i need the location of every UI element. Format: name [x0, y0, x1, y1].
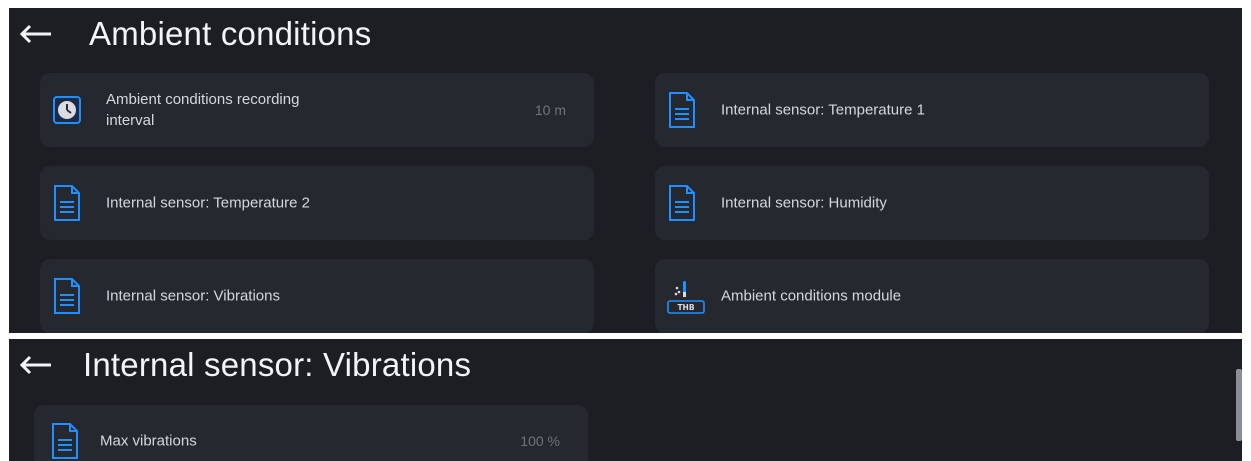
- setting-tile-max-vibrations[interactable]: Max vibrations 100 %: [34, 405, 588, 461]
- vibrations-screen: Internal sensor: Vibrations Max vibratio…: [9, 339, 1242, 461]
- tile-label: Internal sensor: Temperature 1: [721, 101, 926, 119]
- header: Ambient conditions: [9, 8, 1242, 60]
- tile-label: Max vibrations: [100, 432, 197, 450]
- ambient-conditions-screen: Ambient conditions Ambient conditions re…: [9, 8, 1242, 333]
- back-button[interactable]: [19, 350, 59, 380]
- setting-tile-temperature-1[interactable]: Internal sensor: Temperature 1: [655, 73, 1209, 147]
- tile-value: 10 m: [534, 102, 566, 118]
- document-icon: [668, 185, 696, 221]
- tile-label: Internal sensor: Humidity: [721, 194, 887, 212]
- header: Internal sensor: Vibrations: [9, 339, 1242, 391]
- tile-label: Ambient conditions module: [721, 287, 902, 305]
- scrollbar[interactable]: [1236, 369, 1242, 441]
- setting-tile-vibrations[interactable]: Internal sensor: Vibrations: [40, 259, 594, 333]
- setting-tile-temperature-2[interactable]: Internal sensor: Temperature 2: [40, 166, 594, 240]
- setting-tile-recording-interval[interactable]: Ambient conditions recording interval 10…: [40, 73, 594, 147]
- clock-icon: [53, 92, 81, 128]
- page-title: Internal sensor: Vibrations: [83, 346, 472, 383]
- document-icon: [53, 185, 81, 221]
- tile-value: 100 %: [520, 433, 560, 449]
- tile-label: Ambient conditions recording interval: [106, 91, 300, 129]
- setting-tile-humidity[interactable]: Internal sensor: Humidity: [655, 166, 1209, 240]
- document-icon: [51, 423, 79, 459]
- back-arrow-icon: [19, 24, 51, 44]
- back-arrow-icon: [19, 355, 51, 375]
- document-icon: [668, 92, 696, 128]
- document-icon: [53, 278, 81, 314]
- page-title: Ambient conditions: [89, 15, 372, 52]
- thb-label: THB: [677, 303, 694, 312]
- tile-label: Internal sensor: Temperature 2: [106, 194, 311, 212]
- back-button[interactable]: [19, 19, 59, 49]
- setting-tile-ambient-module[interactable]: THB Ambient conditions module: [655, 259, 1209, 333]
- thb-module-icon: THB: [666, 278, 706, 314]
- tile-label: Internal sensor: Vibrations: [106, 287, 280, 305]
